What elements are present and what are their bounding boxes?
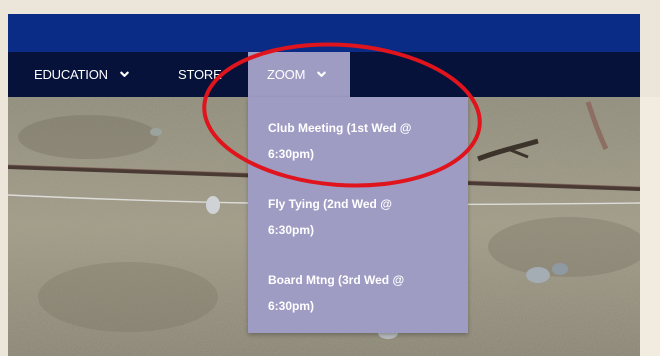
menu-item-club-meeting[interactable]: Club Meeting (1st Wed @ 6:30pm)	[268, 115, 448, 167]
nav-item-store-label: STORE	[178, 67, 222, 82]
nav-item-store[interactable]: STORE	[178, 52, 222, 97]
menu-item-board-mtng-line2: 6:30pm)	[268, 299, 315, 313]
page-margin-right	[640, 0, 660, 97]
nav-item-zoom[interactable]: ZOOM	[248, 52, 350, 97]
nav-item-education-label: EDUCATION	[34, 67, 108, 82]
side-panel	[640, 97, 660, 356]
zoom-dropdown-menu: Club Meeting (1st Wed @ 6:30pm) Fly Tyin…	[248, 97, 468, 333]
chevron-down-icon	[317, 71, 326, 77]
menu-item-fly-tying[interactable]: Fly Tying (2nd Wed @ 6:30pm)	[268, 191, 448, 243]
nav-item-zoom-label: ZOOM	[267, 67, 306, 82]
page-margin-left	[0, 0, 8, 356]
nav-item-education[interactable]: EDUCATION	[34, 52, 129, 97]
menu-item-club-meeting-line2: 6:30pm)	[268, 147, 315, 161]
menu-item-club-meeting-line1: Club Meeting (1st Wed @	[268, 121, 412, 135]
menu-item-board-mtng[interactable]: Board Mtng (3rd Wed @ 6:30pm)	[268, 267, 448, 319]
main-nav: EDUCATION STORE ZOOM	[8, 52, 660, 97]
menu-item-board-mtng-line1: Board Mtng (3rd Wed @	[268, 273, 405, 287]
site-header-banner	[8, 14, 660, 52]
menu-item-fly-tying-line1: Fly Tying (2nd Wed @	[268, 197, 392, 211]
chevron-down-icon	[120, 71, 129, 77]
menu-item-fly-tying-line2: 6:30pm)	[268, 223, 315, 237]
page-top-band	[8, 0, 660, 14]
